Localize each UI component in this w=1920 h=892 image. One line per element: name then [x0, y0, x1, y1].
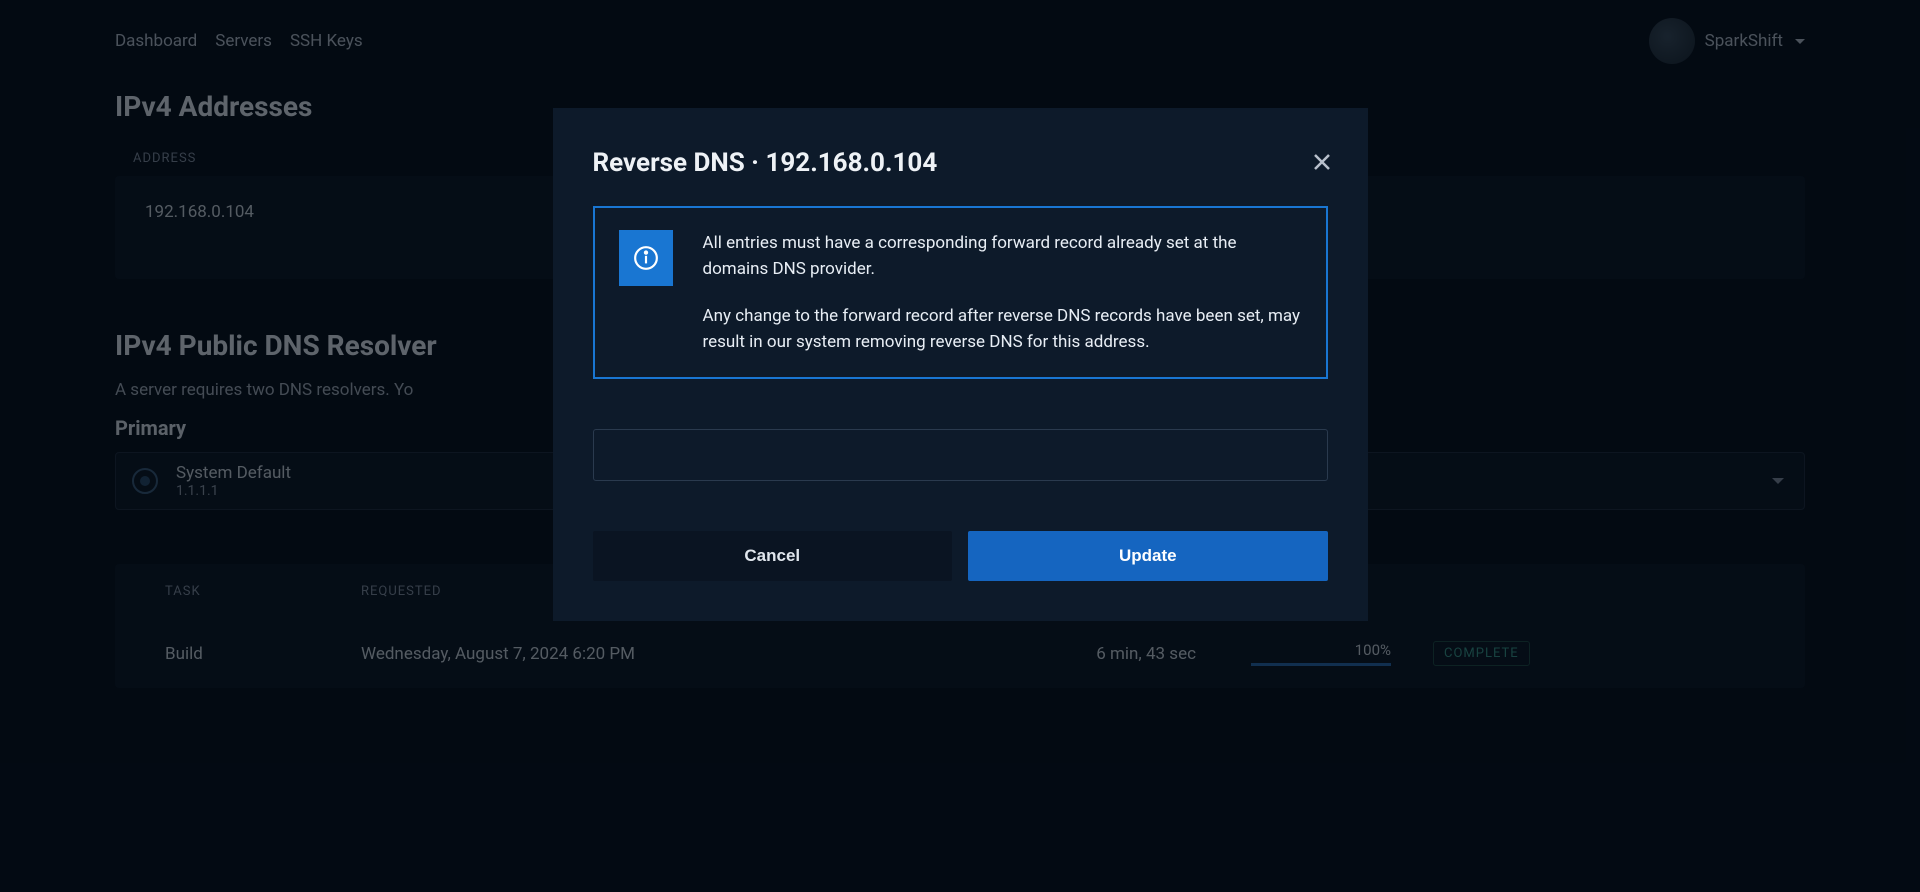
modal-buttons: Cancel Update: [593, 531, 1328, 581]
info-paragraph-1: All entries must have a corresponding fo…: [703, 230, 1302, 283]
close-icon: [1312, 152, 1332, 172]
update-button[interactable]: Update: [968, 531, 1328, 581]
info-box: All entries must have a corresponding fo…: [593, 206, 1328, 379]
reverse-dns-input[interactable]: [593, 429, 1328, 481]
modal-overlay: Reverse DNS · 192.168.0.104 All entries …: [0, 0, 1920, 892]
info-text: All entries must have a corresponding fo…: [703, 230, 1302, 355]
reverse-dns-modal: Reverse DNS · 192.168.0.104 All entries …: [553, 108, 1368, 621]
cancel-button[interactable]: Cancel: [593, 531, 953, 581]
info-icon: [619, 230, 673, 286]
info-paragraph-2: Any change to the forward record after r…: [703, 303, 1302, 356]
modal-title: Reverse DNS · 192.168.0.104: [593, 148, 1328, 178]
close-button[interactable]: [1306, 146, 1338, 178]
